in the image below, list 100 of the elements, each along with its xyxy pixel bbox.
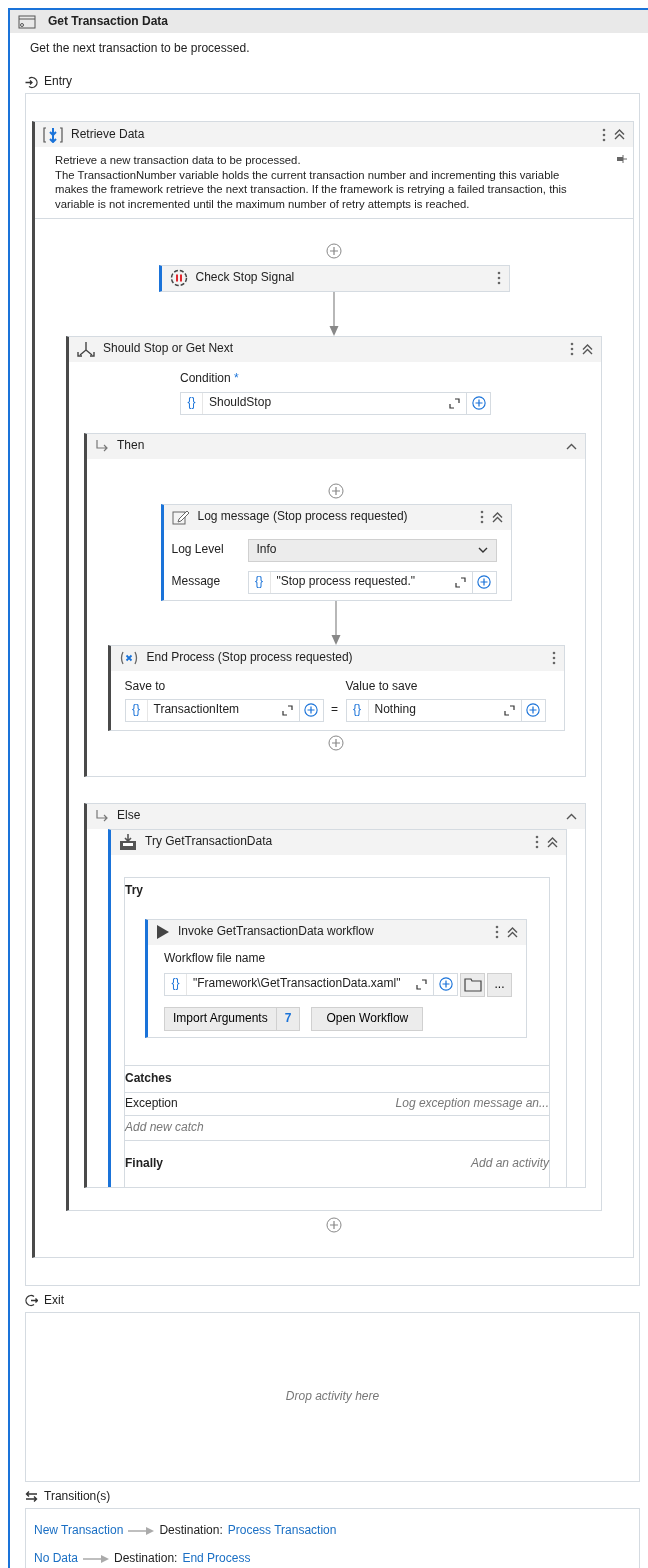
plus-icon bbox=[304, 703, 318, 718]
add-variable-button[interactable] bbox=[521, 698, 546, 722]
add-activity-icon[interactable] bbox=[326, 1216, 342, 1233]
expression-field[interactable]: {} ShouldStop bbox=[180, 391, 467, 415]
expression-field[interactable]: {} "Stop process requested." bbox=[247, 570, 473, 594]
collapse-icon[interactable] bbox=[566, 442, 577, 450]
more-options-icon[interactable] bbox=[570, 342, 574, 357]
connector-arrow bbox=[331, 600, 341, 645]
branch-arrow-icon bbox=[95, 810, 109, 823]
collapse-icon[interactable] bbox=[582, 343, 593, 355]
more-options-icon[interactable] bbox=[495, 925, 499, 940]
try-label: Try bbox=[125, 882, 143, 897]
field-label: Condition bbox=[180, 370, 231, 385]
section-heading: Catches bbox=[125, 1070, 172, 1087]
argument-count: 7 bbox=[276, 1006, 301, 1031]
exception-type: Exception bbox=[125, 1095, 178, 1112]
activity-title: Then bbox=[117, 438, 146, 454]
variable-icon bbox=[118, 651, 139, 666]
activity-title: Try GetTransactionData bbox=[145, 834, 274, 850]
expand-icon[interactable] bbox=[449, 397, 460, 409]
arrow-icon bbox=[83, 1554, 110, 1563]
more-options-icon[interactable] bbox=[602, 127, 606, 142]
activity-drop-field[interactable]: Drop activity here bbox=[25, 1311, 640, 1482]
section-heading: Finally bbox=[125, 1155, 163, 1172]
activity-title: Retrieve Data bbox=[71, 126, 146, 143]
destination-label: Destination: bbox=[114, 1550, 178, 1567]
import-arguments-button[interactable]: Import Arguments bbox=[164, 1006, 277, 1031]
edit-icon bbox=[171, 509, 190, 526]
plus-icon bbox=[477, 575, 491, 590]
add-activity-icon[interactable] bbox=[328, 482, 344, 499]
catch-handler: Log exception message an... bbox=[395, 1095, 549, 1112]
add-variable-button[interactable] bbox=[467, 391, 491, 415]
field-label: Log Level bbox=[171, 542, 225, 558]
exit-icon bbox=[25, 1294, 38, 1308]
field-label: Message bbox=[171, 574, 222, 590]
arrow-icon bbox=[128, 1526, 155, 1535]
transition-link[interactable]: New Transaction bbox=[34, 1522, 124, 1539]
activity-title: Should Stop or Get Next bbox=[103, 341, 235, 357]
stop-signal-icon bbox=[169, 269, 188, 288]
activity-drop-field[interactable]: Add an activity bbox=[470, 1155, 549, 1172]
expand-icon[interactable] bbox=[454, 576, 466, 588]
add-catch-link[interactable]: Add new catch bbox=[125, 1119, 204, 1136]
entry-icon bbox=[25, 75, 38, 89]
collapse-icon[interactable] bbox=[507, 926, 518, 938]
expand-icon[interactable] bbox=[281, 704, 293, 716]
sequence-icon bbox=[43, 126, 63, 143]
more-button[interactable]: ... bbox=[487, 972, 512, 997]
collapse-icon[interactable] bbox=[491, 511, 503, 523]
plus-icon bbox=[526, 703, 540, 718]
activity-title: Log message (Stop process requested) bbox=[197, 509, 409, 525]
activity-title: Invoke GetTransactionData workflow bbox=[178, 924, 375, 940]
add-activity-icon[interactable] bbox=[328, 734, 344, 751]
branch-icon bbox=[77, 341, 95, 358]
destination-label: Destination: bbox=[159, 1522, 223, 1539]
log-level-dropdown[interactable]: Info bbox=[247, 538, 497, 562]
state-title: Get Transaction Data bbox=[48, 13, 169, 30]
section-label: Exit bbox=[44, 1292, 64, 1309]
collapse-icon[interactable] bbox=[566, 812, 577, 820]
section-label: Transition(s) bbox=[44, 1488, 111, 1505]
add-activity-icon[interactable] bbox=[326, 242, 342, 259]
add-variable-button[interactable] bbox=[299, 698, 324, 722]
annotation-text: Retrieve a new transaction data to be processed. bbox=[55, 153, 302, 168]
folder-icon bbox=[463, 977, 482, 992]
collapse-icon[interactable] bbox=[547, 836, 558, 848]
activity-title: End Process (Stop process requested) bbox=[146, 650, 354, 666]
more-options-icon[interactable] bbox=[479, 510, 484, 525]
transition-link[interactable]: No Data bbox=[34, 1550, 79, 1567]
activity-title: Else bbox=[117, 808, 142, 824]
transitions-icon bbox=[25, 1490, 38, 1504]
destination-link[interactable]: Process Transaction bbox=[227, 1522, 337, 1539]
required-mark: * bbox=[234, 370, 239, 385]
open-workflow-button[interactable]: Open Workflow bbox=[311, 1006, 424, 1031]
state-description: Get the next transaction to be processed. bbox=[30, 41, 250, 55]
pin-icon[interactable] bbox=[617, 155, 627, 163]
state-icon bbox=[18, 14, 36, 29]
field-label: Value to save bbox=[345, 678, 419, 695]
field-label: Workflow file name bbox=[164, 950, 266, 965]
expand-icon[interactable] bbox=[416, 978, 427, 990]
activity-title: Check Stop Signal bbox=[195, 270, 296, 286]
try-catch-icon bbox=[119, 833, 137, 852]
more-options-icon[interactable] bbox=[496, 271, 501, 286]
field-label: Save to bbox=[124, 678, 167, 695]
expression-field[interactable]: {} "Framework\GetTransactionData.xaml" bbox=[164, 972, 434, 996]
add-variable-button[interactable] bbox=[434, 972, 458, 996]
browse-button[interactable] bbox=[460, 972, 485, 997]
more-options-icon[interactable] bbox=[535, 835, 539, 850]
expression-field[interactable]: {} Nothing bbox=[345, 698, 522, 722]
dropdown-caret-icon bbox=[477, 547, 488, 554]
branch-arrow-icon bbox=[95, 440, 109, 453]
expand-icon[interactable] bbox=[503, 704, 515, 716]
more-options-icon[interactable] bbox=[551, 651, 556, 666]
plus-icon bbox=[438, 977, 453, 992]
section-label: Entry bbox=[44, 74, 72, 90]
play-icon bbox=[156, 924, 170, 941]
destination-link[interactable]: End Process bbox=[182, 1550, 251, 1567]
add-variable-button[interactable] bbox=[472, 570, 497, 594]
equals-sign: = bbox=[330, 702, 339, 719]
collapse-icon[interactable] bbox=[614, 129, 625, 140]
expression-field[interactable]: {} TransactionItem bbox=[124, 698, 300, 722]
connector-arrow bbox=[329, 291, 339, 336]
